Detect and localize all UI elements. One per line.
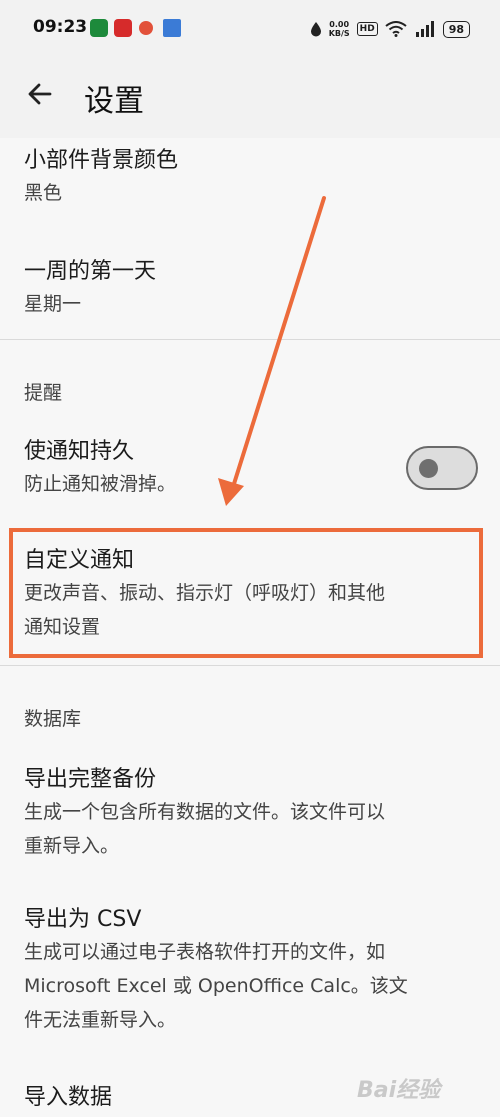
persistent-notification-toggle[interactable] <box>406 446 478 490</box>
data-drop-icon <box>310 22 321 37</box>
setting-subtitle: 重新导入。 <box>24 835 120 857</box>
app-notification-icon <box>139 21 153 35</box>
setting-subtitle: 件无法重新导入。 <box>24 1009 177 1031</box>
watermark: Bai经验 <box>357 1078 441 1103</box>
signal-icon <box>415 21 434 37</box>
setting-persistent-notification[interactable]: 使通知持久 防止通知被滑掉。 <box>24 437 390 501</box>
setting-title: 一周的第一天 <box>24 259 157 284</box>
hd-badge: HD <box>356 22 378 36</box>
section-header-database: 数据库 <box>24 708 82 730</box>
network-speed-unit: KB/S <box>328 29 350 38</box>
setting-subtitle: 生成可以通过电子表格软件打开的文件，如 <box>24 941 386 963</box>
setting-value: 星期一 <box>24 293 82 315</box>
setting-title: 使通知持久 <box>24 439 135 464</box>
back-arrow-icon[interactable] <box>24 78 56 110</box>
battery-indicator: 98 <box>442 20 470 38</box>
setting-widget-background[interactable]: 小部件背景颜色 黑色 <box>24 146 480 210</box>
network-speed-value: 0.00 <box>329 20 350 29</box>
setting-title: 导出为 CSV <box>24 907 142 932</box>
app-bar: 设置 <box>0 58 500 138</box>
app-notification-icon <box>90 19 108 37</box>
status-indicators: 0.00 KB/S HD 98 <box>310 14 470 44</box>
setting-title: 导出完整备份 <box>24 767 157 792</box>
app-notification-icon <box>163 19 181 37</box>
setting-subtitle: 防止通知被滑掉。 <box>24 473 177 495</box>
setting-export-csv[interactable]: 导出为 CSV 生成可以通过电子表格软件打开的文件，如 Microsoft Ex… <box>24 905 480 1037</box>
status-bar: 09:23 0.00 KB/S HD 98 <box>0 0 500 58</box>
network-speed: 0.00 KB/S <box>329 20 350 38</box>
toggle-knob <box>419 459 438 478</box>
highlight-box <box>9 528 483 658</box>
app-notification-icon <box>114 19 132 37</box>
wifi-icon <box>385 21 407 37</box>
section-header-reminder: 提醒 <box>24 382 63 404</box>
page-title: 设置 <box>84 84 144 119</box>
setting-subtitle: 生成一个包含所有数据的文件。该文件可以 <box>24 801 386 823</box>
divider <box>0 665 500 666</box>
setting-value: 黑色 <box>24 182 63 204</box>
setting-subtitle: Microsoft Excel 或 OpenOffice Calc。该文 <box>24 975 408 997</box>
setting-first-day-of-week[interactable]: 一周的第一天 星期一 <box>24 257 480 321</box>
setting-title: 小部件背景颜色 <box>24 148 179 173</box>
divider <box>0 339 500 340</box>
status-time: 09:23 <box>33 17 88 37</box>
setting-export-backup[interactable]: 导出完整备份 生成一个包含所有数据的文件。该文件可以 重新导入。 <box>24 765 480 863</box>
